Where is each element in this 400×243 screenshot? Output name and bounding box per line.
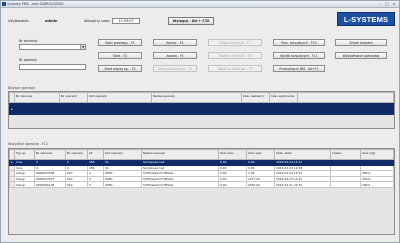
- table-cell: 0000006195: [34, 181, 66, 188]
- change-run-button[interactable]: Zmień biegiem: [335, 39, 387, 46]
- table-cell: 0.00: [218, 181, 247, 188]
- user-label: Użytkownik:: [8, 19, 30, 23]
- current-operations-header: Nr zlecenia Nr operacji Kod operacji Naz…: [9, 92, 394, 103]
- column-header[interactable]: Nazwa operacji: [151, 92, 242, 103]
- failure-button[interactable]: Awaria - F5: [153, 52, 197, 59]
- table-cell: [330, 181, 361, 188]
- user-value: admin: [45, 19, 58, 23]
- product-button[interactable]: Wyrób korpuśnych - F11: [273, 52, 325, 59]
- table-cell: 2520.00: [246, 181, 275, 188]
- chevron-down-icon[interactable]: ▼: [80, 45, 85, 49]
- table-cell: 5: [87, 181, 104, 188]
- merge-operations-button[interactable]: Połącz operacje - F7: [208, 39, 262, 46]
- table-cell: Usługi: [14, 181, 35, 188]
- all-operations-grid[interactable]: Typ op. Nr zlecenia Nr operacji LP Kod o…: [8, 148, 395, 235]
- column-header[interactable]: Nr zlecenia: [34, 149, 66, 160]
- time-label: Aktualny czas:: [84, 19, 111, 23]
- table-row[interactable]: ▸: [9, 102, 394, 115]
- all-operations-header: Typ op. Nr zlecenia Nr operacji LP Kod o…: [9, 149, 394, 160]
- start-multiple-button[interactable]: Start więcej op. - F3: [98, 65, 142, 72]
- column-header[interactable]: Ilość [kg]: [360, 149, 394, 160]
- maximize-icon[interactable]: □: [384, 2, 390, 7]
- start-button[interactable]: Start - F2: [98, 52, 142, 59]
- minimize-icon[interactable]: –: [377, 2, 383, 7]
- operation-label: Nr operacji:: [19, 58, 38, 62]
- column-header[interactable]: Nazwa operacji: [141, 149, 219, 160]
- transfer-button[interactable]: Przesunięcie MM - Alt+F1: [273, 65, 325, 72]
- table-cell: 2015-04-21 15:34: [274, 181, 331, 188]
- column-header[interactable]: Ilość wyk.: [246, 149, 275, 160]
- table-cell: 010: [65, 181, 88, 188]
- app-icon: [2, 2, 6, 6]
- start-downtime-button[interactable]: Start przestoju - F1: [98, 39, 142, 46]
- column-header[interactable]: Kod operacji: [103, 149, 142, 160]
- table-cell: 290.0: [360, 181, 394, 188]
- plan-button[interactable]: Plan. korpuśnych - F10: [273, 39, 325, 46]
- column-header[interactable]: Typ op.: [14, 149, 35, 160]
- current-operations-label: Bieżące operacje: [8, 86, 36, 90]
- close-icon[interactable]: ×: [391, 2, 397, 7]
- table-cell: SVH5/Gwdz/2 MEGAL: [141, 181, 219, 188]
- show-measurements-button[interactable]: Wyświetlanie pomiarów: [335, 52, 387, 59]
- column-header[interactable]: Czas realizacji: [241, 92, 270, 103]
- application-window: Systemy PMS - mini SZDR01/SZS01 – □ × Uż…: [0, 0, 400, 243]
- column-header[interactable]: Indeks: [330, 149, 361, 160]
- table-cell: OPB1: [103, 181, 142, 188]
- operation-input[interactable]: [19, 64, 86, 70]
- order-select[interactable]: ▼: [19, 44, 86, 50]
- column-header[interactable]: LP: [87, 149, 104, 160]
- end-button[interactable]: Koniec - F4: [153, 39, 197, 46]
- column-header[interactable]: Czas, start.: [274, 149, 331, 160]
- column-header[interactable]: Nr operacji: [59, 92, 88, 103]
- column-header[interactable]: Nr zlecenia: [14, 92, 60, 103]
- column-header[interactable]: Czas wykonania: [269, 92, 298, 103]
- report-many-button[interactable]: Raportuj wiele op. - F9: [208, 65, 262, 72]
- table-row[interactable]: Usługi 0000006195 010 5 OPB1 SVH5/Gwdz/2 MEGA…: [9, 181, 394, 188]
- current-operations-grid[interactable]: Nr zlecenia Nr operacji Kod operacji Naz…: [8, 91, 395, 129]
- order-label: Nr zlecenia:: [19, 39, 38, 43]
- column-header[interactable]: Nr operacji: [65, 149, 88, 160]
- stop-button[interactable]: Zatrzymaj w akcji - F6: [153, 65, 197, 72]
- logout-button[interactable]: Wyloguj - Alt + F10: [168, 17, 214, 25]
- column-header[interactable]: Kod operacji: [87, 92, 152, 103]
- company-logo: L-SYSTEMS: [337, 12, 395, 26]
- all-operations-label: Wszystkie operacje - F12: [8, 142, 48, 146]
- split-operations-button[interactable]: Rozłącz operacje - F8: [208, 52, 262, 59]
- title-bar: Systemy PMS - mini SZDR01/SZS01 – □ ×: [1, 1, 399, 8]
- column-header[interactable]: Ilość plan.: [218, 149, 247, 160]
- window-title: Systemy PMS - mini SZDR01/SZS01: [7, 2, 64, 6]
- current-time: 11:03:07: [112, 18, 140, 24]
